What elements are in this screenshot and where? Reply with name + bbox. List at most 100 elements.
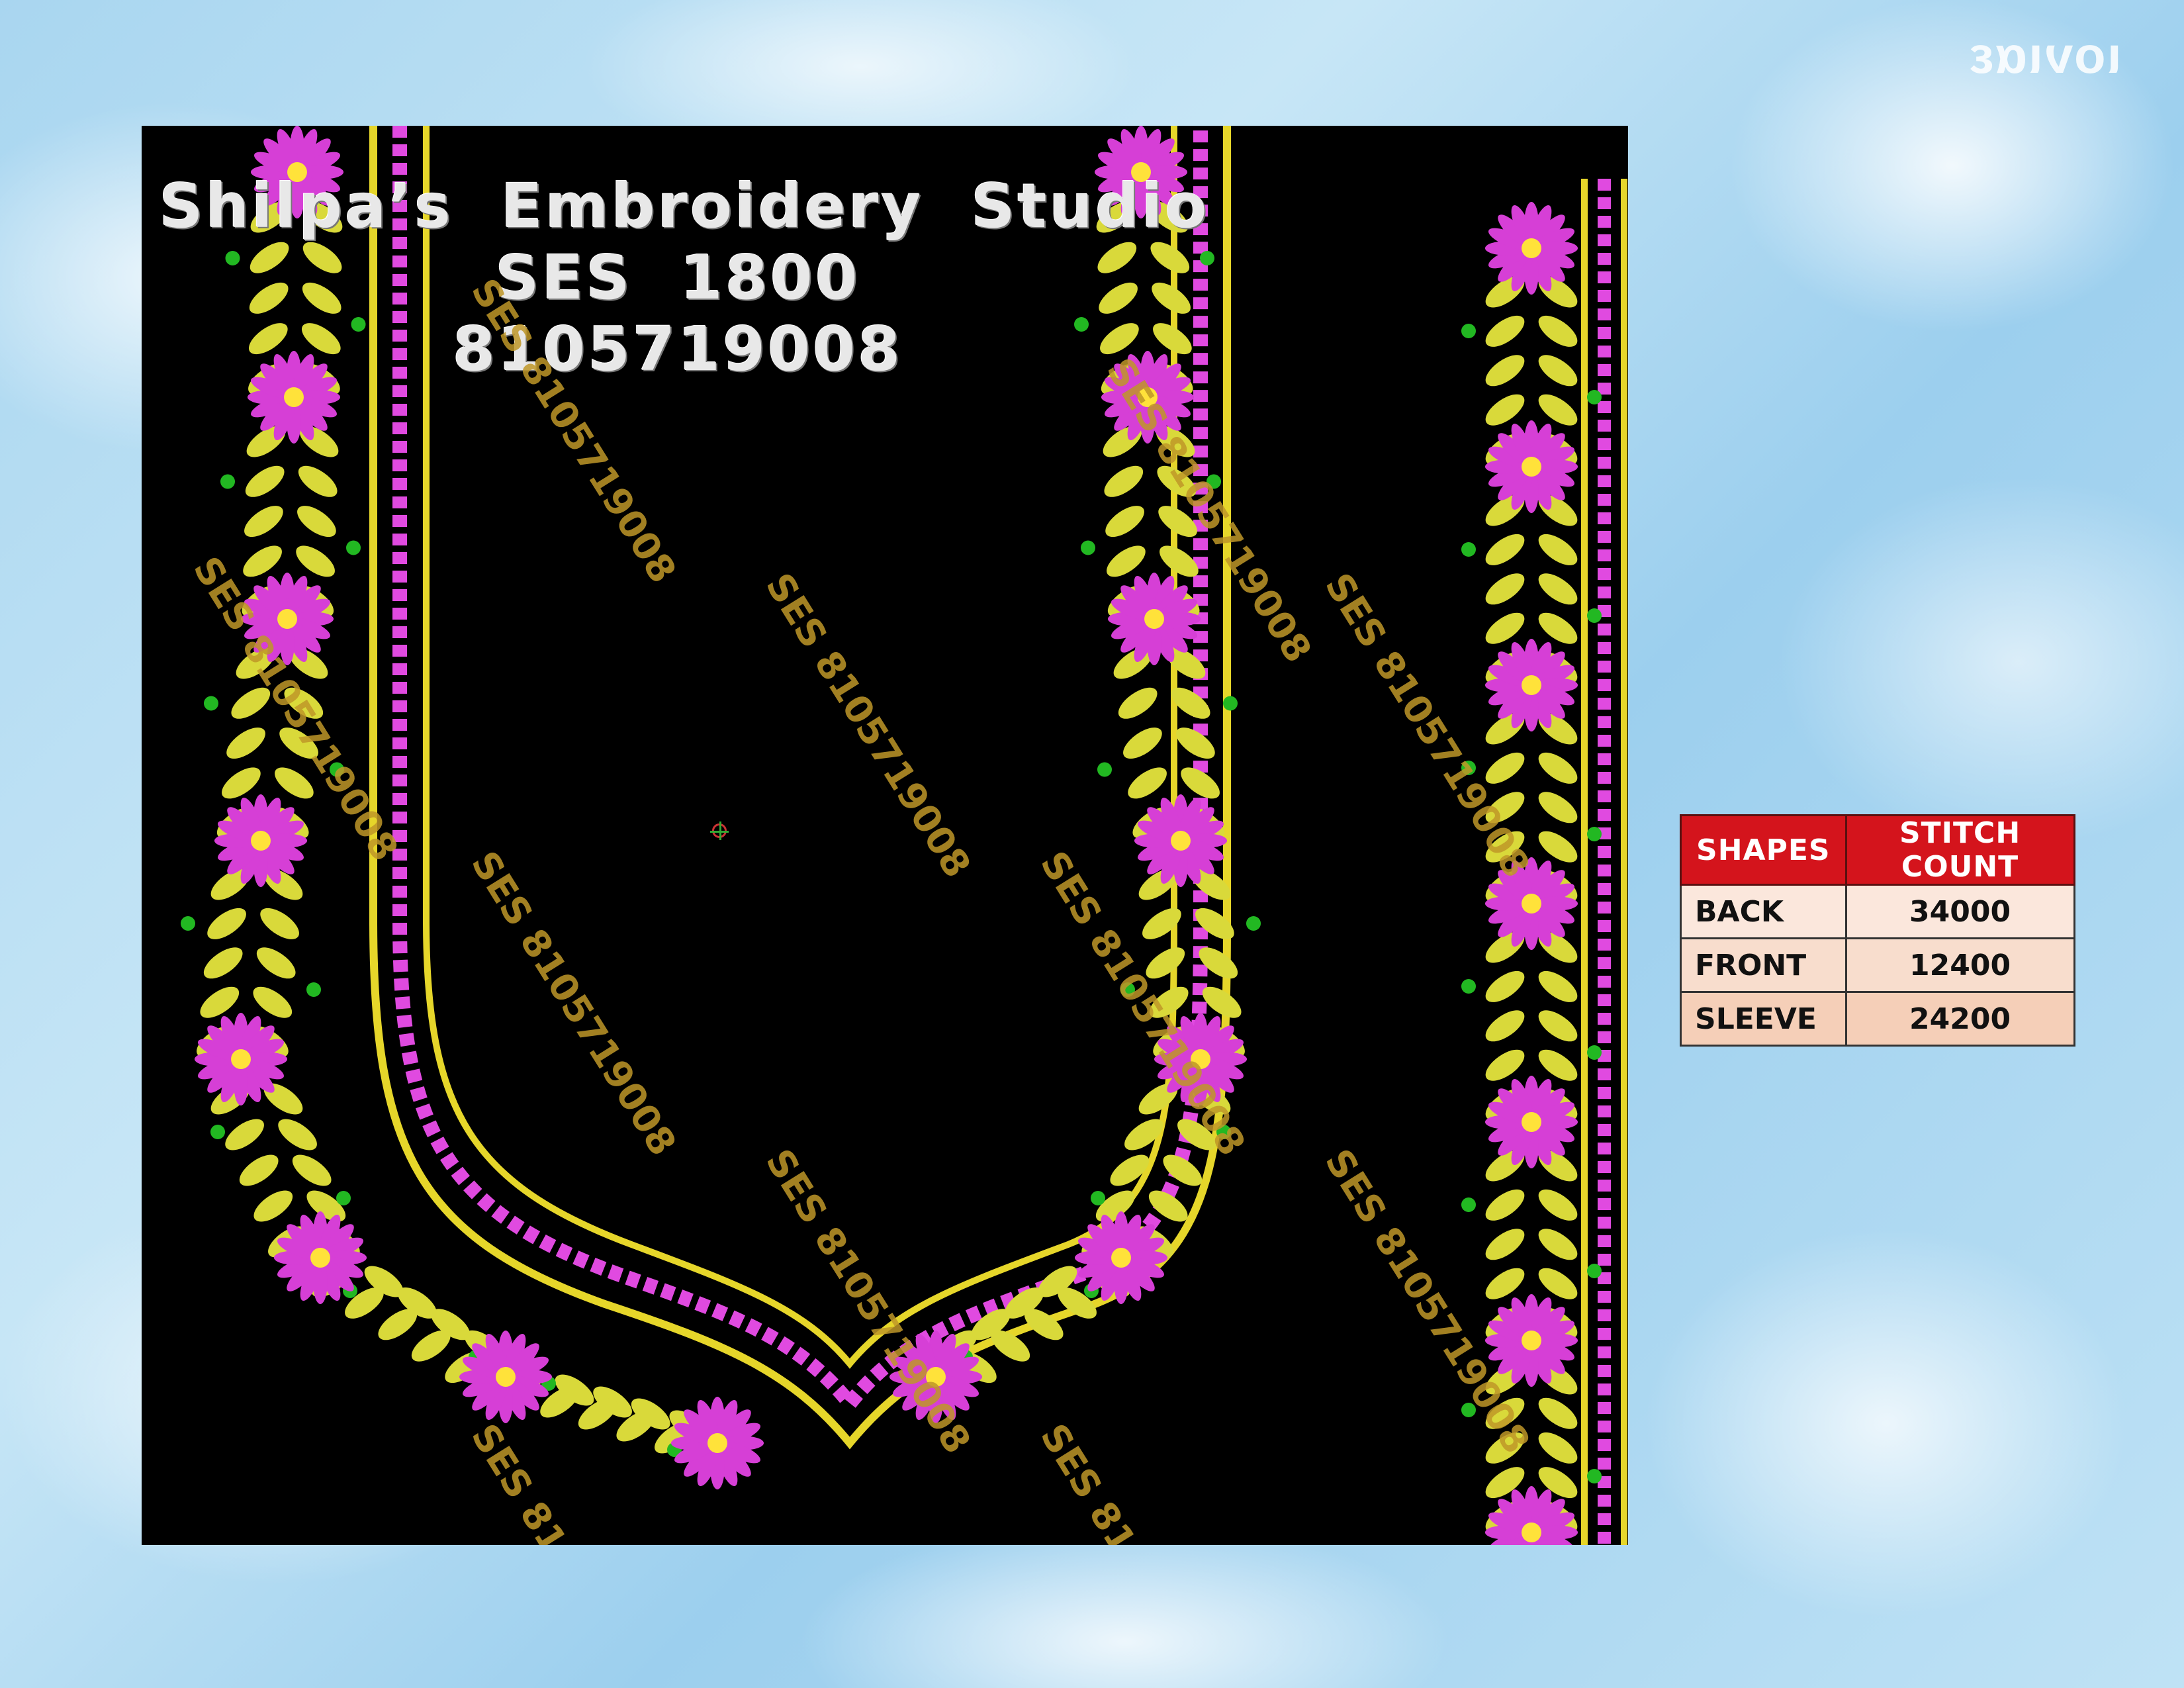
count-cell: 34000 <box>1844 884 2075 939</box>
flower-center <box>1522 675 1541 695</box>
green-dot <box>1081 540 1095 555</box>
flower-center <box>1522 238 1541 258</box>
leaf-shape <box>1538 1010 1578 1042</box>
leaf-shape <box>1123 727 1162 759</box>
leaf-shape <box>296 545 335 577</box>
leaf-shape <box>1538 1189 1578 1221</box>
leaf-shape <box>1538 573 1578 605</box>
flower-motif <box>1484 1075 1578 1169</box>
flower-motif <box>1484 201 1578 295</box>
design-code: SES 1800 <box>495 242 860 313</box>
count-cell: 12400 <box>1844 937 2075 993</box>
flower-center <box>1522 1331 1541 1350</box>
center-target-icon <box>710 821 729 840</box>
flower-center <box>1144 609 1164 629</box>
embroidery-design-panel: Shilpa’s Embroidery Studio SES 1800 8105… <box>142 126 1628 1545</box>
flower-center <box>277 609 297 629</box>
leaf-shape <box>1485 1229 1525 1260</box>
leaf-shape <box>1538 612 1578 644</box>
green-dot <box>220 474 235 489</box>
shape-cell: SLEEVE <box>1680 991 1847 1047</box>
green-dot <box>1246 916 1261 931</box>
leaf-shape <box>1105 506 1144 538</box>
leaf-shape <box>1538 534 1578 565</box>
leaf-shape <box>256 947 296 979</box>
green-dot <box>1461 542 1476 557</box>
leaf-shape <box>1538 1229 1578 1260</box>
leaf-shape <box>1485 573 1525 605</box>
table-row: FRONT 12400 <box>1680 937 2075 993</box>
flower-motif <box>1074 1211 1168 1305</box>
leaf-shape <box>1118 687 1158 719</box>
column-header-stitch-count: STITCH COUNT <box>1844 814 2075 886</box>
flower-center <box>1171 831 1191 851</box>
count-cell: 24200 <box>1844 991 2075 1047</box>
leaf-shape <box>243 545 282 577</box>
leaf-shape <box>292 1154 332 1186</box>
flower-motif <box>459 1330 553 1424</box>
leaf-shape <box>1538 970 1578 1002</box>
flower-center <box>496 1367 516 1387</box>
green-dot <box>1587 608 1602 623</box>
leaf-shape <box>260 908 299 939</box>
leaf-shape <box>298 465 338 497</box>
green-dot <box>210 1125 225 1139</box>
leaf-shape <box>1485 355 1525 387</box>
flower-motif <box>1134 794 1228 888</box>
leaf-shape <box>1538 355 1578 387</box>
flower-center <box>1522 1112 1541 1132</box>
flower-motif <box>214 794 308 888</box>
green-dot <box>346 540 361 555</box>
table-row: BACK 34000 <box>1680 884 2075 939</box>
green-dot <box>1587 1469 1602 1483</box>
leaf-shape <box>1485 394 1525 426</box>
leaf-shape <box>1538 1432 1578 1464</box>
green-dot <box>1587 827 1602 841</box>
green-dot <box>1097 762 1112 777</box>
leaf-shape <box>278 1119 317 1150</box>
flower-center <box>310 1248 330 1268</box>
flower-motif <box>670 1396 764 1490</box>
flower-center <box>251 831 271 851</box>
leaf-shape <box>253 1190 293 1222</box>
green-dot <box>181 916 195 931</box>
leaf-shape <box>1538 1268 1578 1299</box>
flower-motif <box>273 1211 367 1305</box>
flower-center <box>1111 1248 1131 1268</box>
leaf-shape <box>1538 792 1578 823</box>
leaf-shape <box>1485 612 1525 644</box>
stitch-count-table: SHAPES STITCH COUNT BACK 34000 FRONT 124… <box>1680 814 2075 1047</box>
leaf-shape <box>1485 534 1525 565</box>
green-dot <box>1587 1264 1602 1278</box>
leaf-shape <box>226 727 265 759</box>
corner-watermark: ιονιαε <box>1968 26 2121 84</box>
leaf-shape <box>1104 465 1144 497</box>
flower-center <box>1522 457 1541 477</box>
leaf-shape <box>1142 908 1181 939</box>
green-dot <box>336 1191 351 1205</box>
leaf-shape <box>207 908 246 939</box>
green-dot <box>204 696 218 711</box>
flower-center <box>231 1049 251 1069</box>
table-header-row: SHAPES STITCH COUNT <box>1680 814 2075 886</box>
green-dot <box>1223 696 1238 711</box>
green-dot <box>1587 1045 1602 1060</box>
green-dot <box>306 982 321 997</box>
flower-motif <box>1484 420 1578 514</box>
flower-center <box>1522 1523 1541 1542</box>
leaf-shape <box>239 1154 279 1186</box>
green-dot <box>1461 1197 1476 1212</box>
flower-center <box>284 387 304 407</box>
leaf-shape <box>1538 394 1578 426</box>
studio-title-block: Shilpa’s Embroidery Studio SES 1800 8105… <box>142 171 1214 385</box>
leaf-shape <box>1538 315 1578 347</box>
leaf-shape <box>1538 831 1578 863</box>
leaf-shape <box>1485 315 1525 347</box>
green-dot <box>1461 324 1476 338</box>
green-dot <box>1091 1191 1105 1205</box>
flower-motif <box>1484 1293 1578 1387</box>
leaf-shape <box>1485 1010 1525 1042</box>
shape-cell: BACK <box>1680 884 1847 939</box>
leaf-shape <box>1485 1268 1525 1299</box>
shape-cell: FRONT <box>1680 937 1847 993</box>
